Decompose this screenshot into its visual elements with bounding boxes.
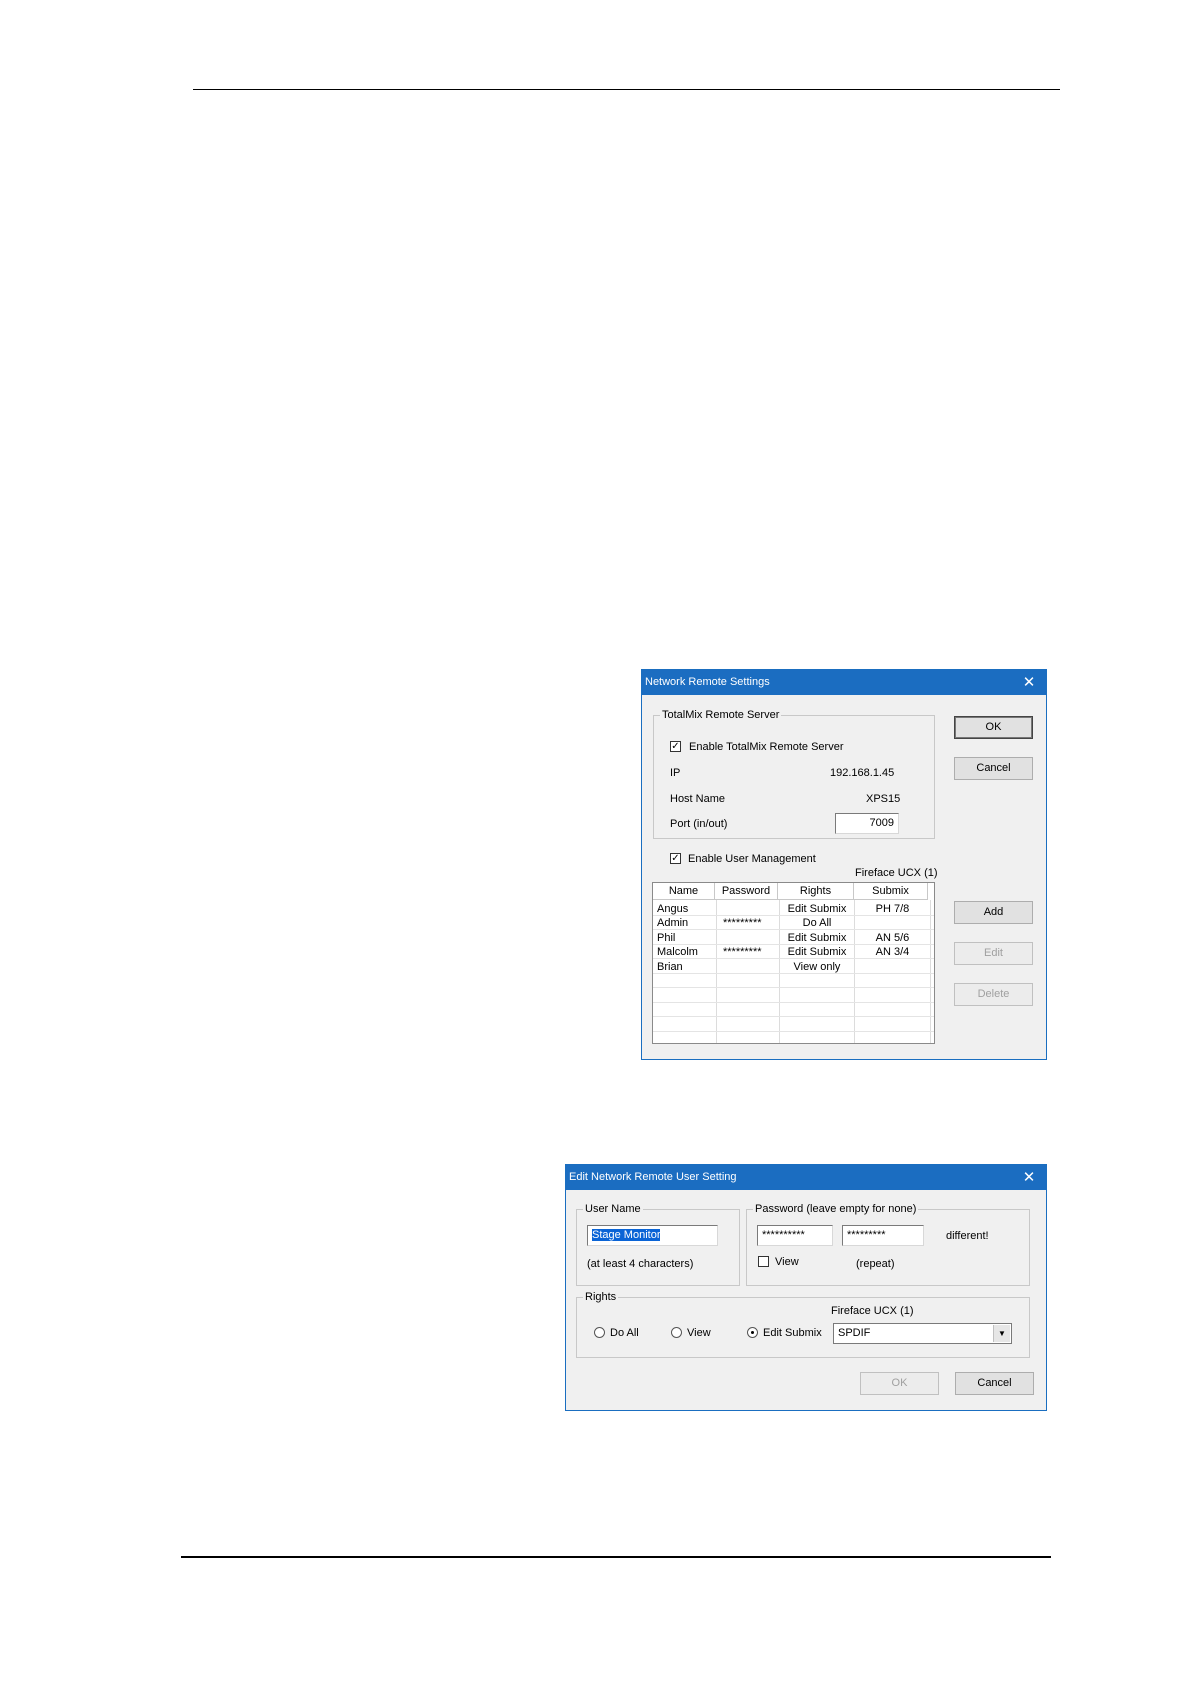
view-label: View [687,1327,711,1339]
checkmark-icon: ✓ [671,741,680,752]
ok-button[interactable]: OK [860,1372,939,1395]
view-password-checkbox[interactable] [758,1256,769,1267]
cell-name: Admin [657,917,689,929]
footer-rule [181,1556,1051,1558]
table-row[interactable]: Admin ********* Do All [653,916,934,930]
cell-name: Malcolm [657,946,698,958]
cancel-button[interactable]: Cancel [955,1372,1034,1395]
port-label: Port (in/out) [670,818,728,830]
cell-submix: PH 7/8 [875,903,910,915]
submix-select[interactable]: SPDIF ▼ [833,1323,1012,1344]
table-row[interactable]: Angus Edit Submix PH 7/8 [653,902,934,916]
view-radio[interactable] [671,1327,682,1338]
rights-group: Rights Fireface UCX (1) Do All View Edit… [576,1290,1030,1358]
password-value: ********** [762,1229,805,1241]
port-value: 7009 [869,817,894,829]
host-name-label: Host Name [670,793,726,805]
cell-rights: Edit Submix [787,903,847,915]
checkmark-icon: ✓ [671,853,680,864]
enable-server-checkbox[interactable]: ✓ [670,741,681,752]
network-remote-settings-dialog: Network Remote Settings ✕ TotalMix Remot… [641,669,1047,1060]
enable-server-label: Enable TotalMix Remote Server [689,741,844,753]
ip-value: 192.168.1.45 [830,767,895,779]
cell-password: ********* [723,917,762,929]
cell-submix: AN 5/6 [875,932,910,944]
table-row[interactable]: Malcolm ********* Edit Submix AN 3/4 [653,945,934,959]
cell-rights: Edit Submix [787,946,847,958]
view-password-label: View [775,1256,799,1268]
column-header-password[interactable]: Password [715,883,778,900]
password-group: Password (leave empty for none) ********… [746,1202,1030,1286]
device-label: Fireface UCX (1) [831,1305,914,1317]
port-input[interactable]: 7009 [835,813,899,834]
ok-button[interactable]: OK [954,716,1033,739]
edit-user-setting-dialog: Edit Network Remote User Setting ✕ User … [565,1164,1047,1411]
user-name-group: User Name Stage Monitor (at least 4 char… [576,1202,740,1286]
dialog-title: Edit Network Remote User Setting [569,1171,737,1183]
host-name-value: XPS15 [866,793,901,805]
row-divider [653,1002,934,1003]
repeat-label: (repeat) [856,1258,895,1270]
user-name-input[interactable]: Stage Monitor [587,1225,718,1246]
cell-rights: View only [793,961,841,973]
cell-submix [855,916,930,930]
cell-submix: AN 3/4 [875,946,910,958]
do-all-radio[interactable] [594,1327,605,1338]
cancel-button[interactable]: Cancel [954,757,1033,780]
dialog-titlebar: Edit Network Remote User Setting ✕ [566,1165,1046,1190]
row-divider [653,987,934,988]
header-rule [193,89,1060,90]
cell-rights: Do All [802,917,832,929]
password-input[interactable]: ********** [757,1225,833,1246]
cell-password: ********* [723,946,762,958]
table-row[interactable]: Phil Edit Submix AN 5/6 [653,931,934,945]
cell-submix [855,960,930,974]
edit-submix-label: Edit Submix [763,1327,822,1339]
device-label: Fireface UCX (1) [855,867,938,879]
column-header-submix[interactable]: Submix [854,883,928,900]
dialog-title: Network Remote Settings [645,676,770,688]
add-button[interactable]: Add [954,901,1033,924]
column-header-name[interactable]: Name [653,883,715,900]
close-icon[interactable]: ✕ [1012,1165,1046,1190]
table-row[interactable]: Brian View only [653,960,934,974]
do-all-label: Do All [610,1327,639,1339]
cell-name: Brian [657,961,683,973]
submix-value: SPDIF [838,1327,871,1339]
group-label: Rights [583,1290,619,1304]
row-divider [653,1016,934,1017]
cell-rights: Edit Submix [787,932,847,944]
close-icon[interactable]: ✕ [1012,670,1046,695]
cell-name: Phil [657,932,676,944]
row-divider [653,1031,934,1032]
group-label: TotalMix Remote Server [660,708,782,722]
dialog-titlebar: Network Remote Settings ✕ [642,670,1046,695]
password-repeat-input[interactable]: ********* [842,1225,924,1246]
edit-button[interactable]: Edit [954,942,1033,965]
user-name-hint: (at least 4 characters) [587,1258,694,1270]
edit-submix-radio[interactable] [747,1327,758,1338]
user-name-value: Stage Monitor [592,1229,661,1241]
password-mismatch-text: different! [946,1230,989,1242]
group-label: Password (leave empty for none) [753,1202,919,1216]
group-label: User Name [583,1202,643,1216]
cell-name: Angus [657,903,689,915]
password-repeat-value: ********* [847,1229,886,1241]
enable-user-management-checkbox[interactable]: ✓ [670,853,681,864]
ip-label: IP [670,767,681,779]
column-header-rights[interactable]: Rights [778,883,854,900]
user-list[interactable]: Name Password Rights Submix Angus Edit S… [652,882,935,1044]
totalmix-server-group: TotalMix Remote Server ✓ Enable TotalMix… [653,708,935,839]
enable-user-management-label: Enable User Management [688,853,816,865]
chevron-down-icon[interactable]: ▼ [993,1325,1010,1342]
delete-button[interactable]: Delete [954,983,1033,1006]
radio-selected-dot [751,1331,754,1334]
